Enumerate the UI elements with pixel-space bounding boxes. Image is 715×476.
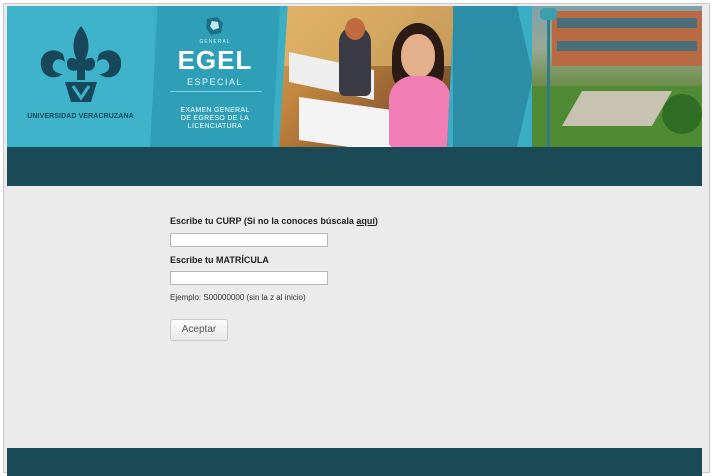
egel-subtitle: ESPECIAL — [186, 77, 244, 87]
matricula-hint: Ejemplo: S00000000 (sin la z al inicio) — [170, 293, 306, 302]
campus-windows — [557, 41, 697, 51]
photo-desk-front — [299, 96, 399, 147]
campus-lamp-post — [547, 12, 550, 147]
banner-arrow-panel — [453, 6, 533, 147]
curp-label: Escribe tu CURP (Si no la conoces búscal… — [170, 216, 378, 226]
matricula-input[interactable] — [170, 271, 328, 285]
header-banner: UNIVERSIDAD VERACRUZANA GENERAL EGEL ESP… — [7, 6, 702, 147]
curp-input[interactable] — [170, 233, 328, 247]
photo-girl-face — [401, 34, 435, 78]
exam-name-line1: EXAMEN GENERAL — [180, 107, 250, 114]
footer-bar — [7, 448, 702, 476]
matricula-label: Escribe tu MATRÍCULA — [170, 255, 269, 265]
campus-lamp-head — [540, 8, 557, 20]
photo-girl-body — [389, 76, 451, 147]
curp-label-suffix: ) — [374, 216, 378, 226]
campus-windows — [557, 18, 697, 28]
campus-photo — [532, 6, 702, 147]
exam-full-name: EXAMEN GENERAL DE EGRESO DE LA LICENCIAT… — [160, 107, 270, 131]
exam-name-line3: LICENCIATURA — [187, 123, 243, 130]
divider — [170, 91, 262, 92]
uv-logo-block: UNIVERSIDAD VERACRUZANA — [7, 6, 154, 147]
university-name: UNIVERSIDAD VERACRUZANA — [27, 113, 134, 120]
curp-label-text: Escribe tu CURP (Si no la conoces búscal… — [170, 216, 357, 226]
photo-student-head — [345, 18, 365, 40]
curp-search-link[interactable]: aquí — [356, 216, 375, 226]
ceneval-icon — [206, 17, 223, 35]
campus-tree — [662, 94, 702, 134]
header-bar — [7, 147, 702, 186]
egel-block: GENERAL EGEL ESPECIAL EXAMEN GENERAL DE … — [150, 6, 280, 147]
students-photo — [279, 6, 454, 147]
uv-flor-de-lis-icon — [40, 26, 122, 102]
accept-button[interactable]: Aceptar — [170, 319, 228, 341]
exam-name-line2: DE EGRESO DE LA — [180, 115, 250, 122]
egel-title: EGEL — [177, 45, 253, 75]
